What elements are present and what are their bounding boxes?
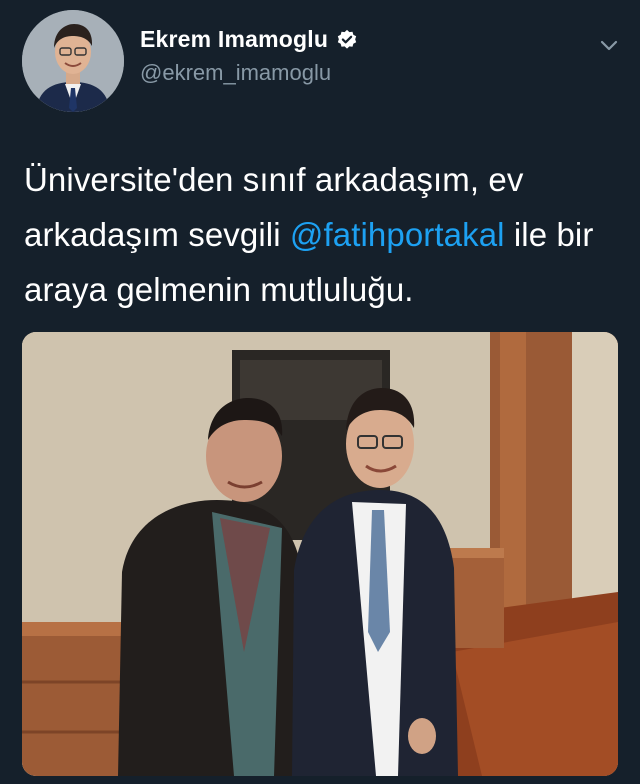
chevron-down-icon[interactable]	[598, 34, 620, 56]
tweet-card: Ekrem Imamoglu @ekrem_imamoglu Üniversit…	[0, 0, 640, 784]
verified-badge-icon	[337, 29, 357, 49]
author-name-row: Ekrem Imamoglu	[140, 26, 358, 53]
photo-image	[22, 332, 618, 776]
avatar-image	[22, 10, 124, 112]
profile-avatar[interactable]	[22, 10, 124, 112]
mention-link[interactable]: @fatihportakal	[290, 216, 505, 253]
tweet-text: Üniversite'den sınıf arkadaşım, ev arkad…	[24, 152, 624, 317]
tweet-photo[interactable]	[22, 332, 618, 776]
author-handle[interactable]: @ekrem_imamoglu	[140, 60, 331, 86]
author-display-name[interactable]: Ekrem Imamoglu	[140, 26, 328, 53]
